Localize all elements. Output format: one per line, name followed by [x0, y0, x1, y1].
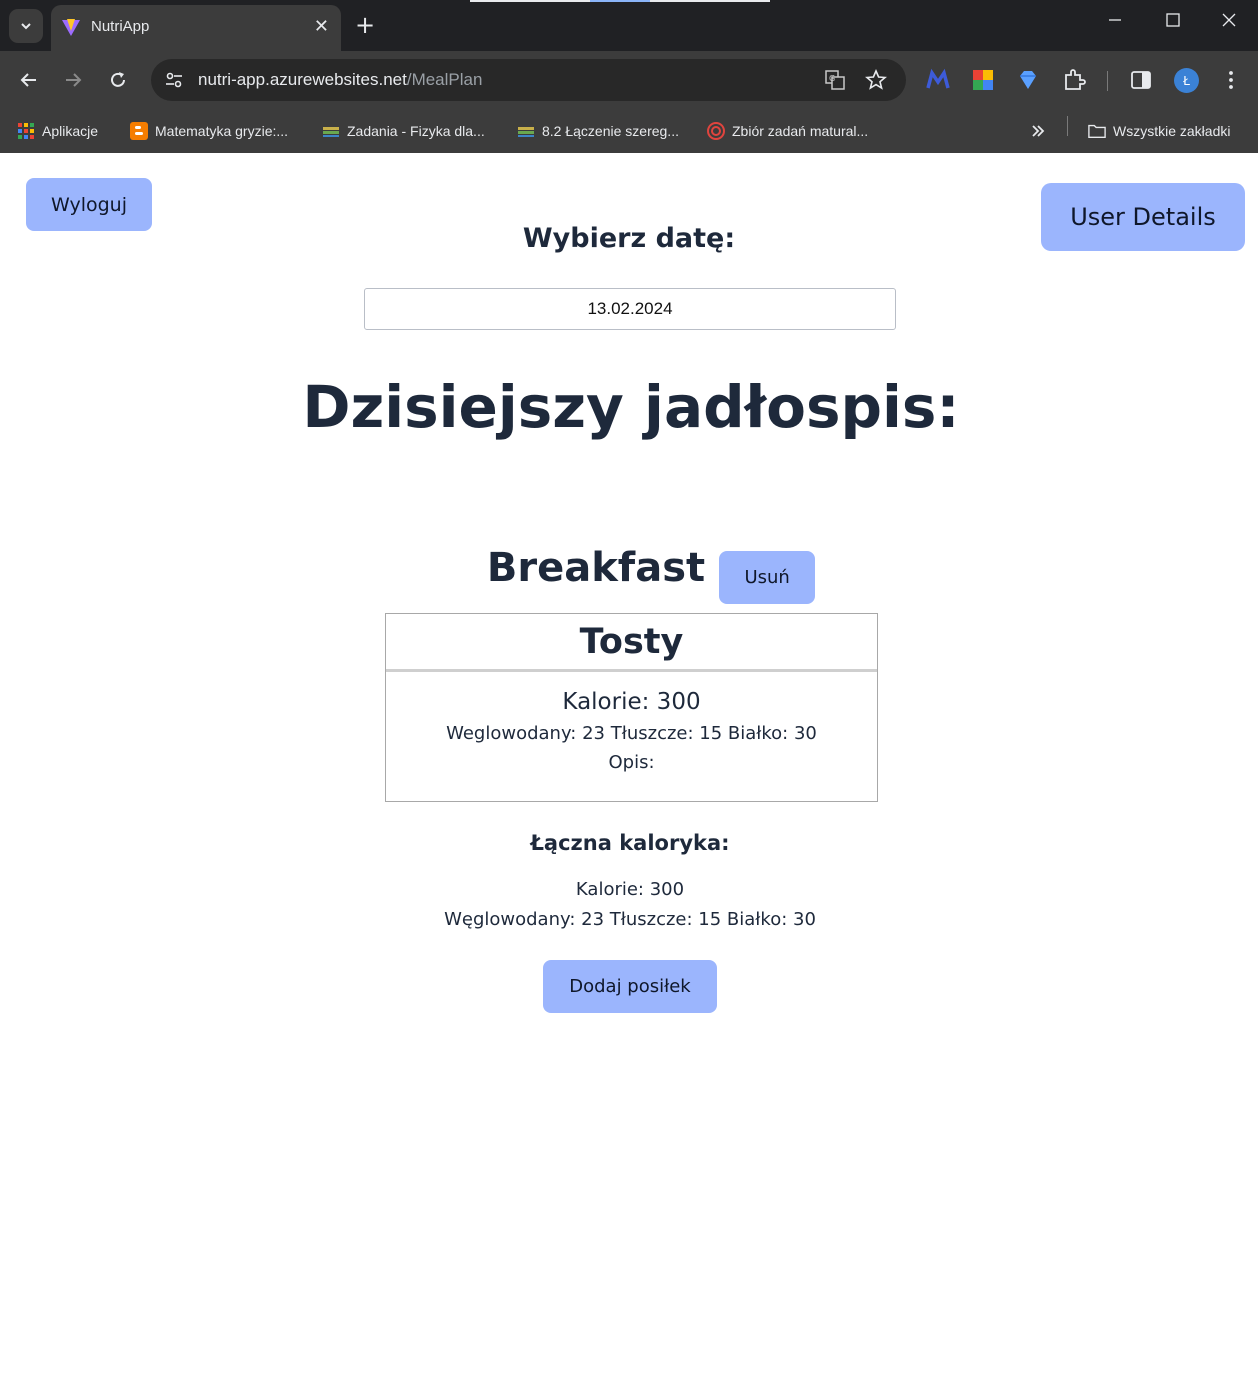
new-tab-icon[interactable]: + — [355, 12, 375, 38]
meal-description: Opis: — [608, 752, 655, 773]
reload-icon[interactable] — [105, 67, 131, 93]
meal-card: Tosty Kalorie: 300 Weglowodany: 23 Tłusz… — [385, 613, 878, 802]
tab-close-icon[interactable]: ✕ — [314, 16, 329, 37]
tab-group-indicator-2 — [650, 0, 770, 2]
books-icon — [518, 127, 534, 137]
bookmark-label: 8.2 Łączenie szereg... — [542, 123, 679, 139]
close-window-icon[interactable] — [1221, 12, 1237, 33]
folder-icon — [1088, 124, 1106, 138]
target-icon — [707, 122, 725, 140]
bookmark-star-icon[interactable] — [865, 69, 887, 91]
bookmark-label: Zbiór zadań matural... — [732, 123, 869, 139]
books-icon — [323, 127, 339, 137]
url-path: /MealPlan — [406, 70, 483, 89]
extension-colorful-icon[interactable] — [971, 68, 995, 92]
bookmark-apps[interactable]: Aplikacje — [17, 118, 98, 144]
tab-group-indicator — [470, 0, 590, 2]
bookmark-label: Matematyka gryzie:... — [155, 123, 289, 139]
meal-type-heading: Breakfast — [486, 544, 706, 591]
bookmark-label: Aplikacje — [42, 123, 99, 139]
maximize-icon[interactable] — [1165, 12, 1181, 33]
extension-m-icon[interactable] — [926, 68, 950, 92]
svg-text:G: G — [829, 74, 835, 83]
side-panel-icon[interactable] — [1129, 68, 1153, 92]
date-input[interactable] — [364, 288, 896, 330]
browser-chrome: NutriApp ✕ + nutri-app.azurewebsites.net… — [0, 0, 1258, 153]
tab-title: NutriApp — [91, 18, 150, 35]
address-bar[interactable]: nutri-app.azurewebsites.net/MealPlan G — [151, 59, 906, 101]
meal-plan-page: Wyloguj User Details Wybierz datę: Dzisi… — [0, 153, 1258, 1390]
vite-logo-icon — [62, 19, 80, 36]
delete-meal-button[interactable]: Usuń — [719, 551, 816, 604]
more-bookmarks-chevron-icon[interactable] — [1030, 118, 1046, 144]
browser-toolbar: nutri-app.azurewebsites.net/MealPlan G Ł — [0, 51, 1258, 109]
meal-header-row: Breakfast Usuń — [0, 531, 1258, 604]
extensions-puzzle-icon[interactable] — [1062, 68, 1086, 92]
tab-strip: NutriApp ✕ + — [0, 0, 1258, 51]
bookmark-matematyka[interactable]: Matematyka gryzie:... — [130, 118, 288, 144]
total-calories: Kalorie: 300 — [575, 879, 685, 900]
tab-search-button[interactable] — [9, 9, 43, 43]
all-bookmarks-folder[interactable]: Wszystkie zakładki — [1088, 118, 1230, 144]
bookmarks-separator — [1067, 116, 1068, 136]
meal-macros: Weglowodany: 23 Tłuszcze: 15 Białko: 30 — [446, 723, 817, 744]
bookmark-zbior-zadan[interactable]: Zbiór zadań matural... — [707, 118, 868, 144]
url-host: nutri-app.azurewebsites.net — [198, 70, 407, 89]
apps-grid-icon — [18, 123, 34, 139]
toolbar-separator — [1107, 71, 1108, 91]
profile-avatar[interactable]: Ł — [1174, 68, 1199, 93]
extension-gem-icon[interactable] — [1016, 68, 1040, 92]
meal-item-name: Tosty — [386, 614, 877, 672]
tab-group-indicator-active — [590, 0, 650, 2]
bookmark-zadania-fizyka[interactable]: Zadania - Fizyka dla... — [322, 118, 485, 144]
translate-icon[interactable]: G — [824, 69, 846, 91]
meal-card-body: Kalorie: 300 Weglowodany: 23 Tłuszcze: 1… — [386, 689, 877, 773]
bookmark-laczenie-szeregowe[interactable]: 8.2 Łączenie szereg... — [517, 118, 679, 144]
bookmarks-bar: Aplikacje Matematyka gryzie:... Zadania … — [0, 109, 1258, 153]
add-meal-button[interactable]: Dodaj posiłek — [543, 960, 717, 1013]
bookmark-label: Zadania - Fizyka dla... — [347, 123, 485, 139]
kebab-menu-icon[interactable] — [1219, 68, 1243, 92]
browser-tab-active[interactable]: NutriApp ✕ — [51, 5, 341, 51]
page-title: Dzisiejszy jadłospis: — [302, 373, 960, 441]
meal-calories: Kalorie: 300 — [562, 689, 701, 715]
date-picker-label: Wybierz datę: — [522, 223, 736, 254]
all-bookmarks-label: Wszystkie zakładki — [1113, 123, 1231, 139]
blogger-icon — [130, 122, 148, 140]
minimize-icon[interactable] — [1107, 12, 1123, 33]
site-settings-icon[interactable] — [163, 69, 185, 91]
url-text: nutri-app.azurewebsites.net/MealPlan — [198, 70, 482, 90]
back-arrow-icon[interactable] — [16, 67, 42, 93]
forward-arrow-icon[interactable] — [60, 67, 86, 93]
total-macros: Węglowodany: 23 Tłuszcze: 15 Białko: 30 — [444, 909, 816, 930]
chevron-down-icon — [21, 23, 31, 30]
total-calories-heading: Łączna kaloryka: — [530, 831, 730, 855]
